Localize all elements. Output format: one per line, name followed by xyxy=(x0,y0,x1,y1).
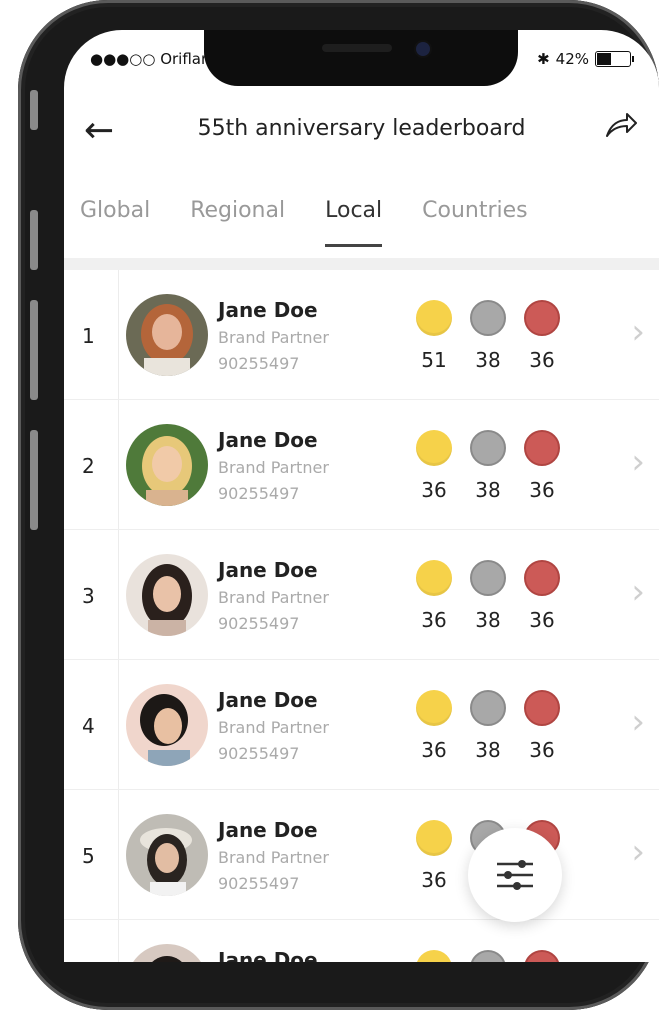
gold-medal-icon xyxy=(416,300,452,336)
avatar xyxy=(126,944,208,962)
phone-volume-down xyxy=(30,300,38,400)
share-icon[interactable] xyxy=(603,110,639,150)
row-divider xyxy=(118,530,119,659)
silver-count: 38 xyxy=(475,478,501,502)
member-name: Jane Doe xyxy=(218,558,318,582)
phone-volume-up xyxy=(30,210,38,270)
silver-medal-icon xyxy=(470,300,506,336)
chevron-right-icon[interactable]: › xyxy=(631,572,645,612)
bronze-count: 36 xyxy=(529,608,555,632)
status-right: ✱ 42% xyxy=(537,50,634,68)
silver-count: 38 xyxy=(475,608,501,632)
member-name: Jane Doe xyxy=(218,428,318,452)
gold-count: 36 xyxy=(421,608,447,632)
tab-bar: Global Regional Local Countries xyxy=(80,198,528,247)
row-divider xyxy=(118,270,119,399)
avatar xyxy=(126,814,208,896)
bronze-medal-icon xyxy=(524,300,560,336)
leaderboard-row[interactable]: 5 Jane Doe Brand Partner 90255497 36 38 … xyxy=(64,790,659,920)
member-role: Brand Partner xyxy=(218,588,329,607)
tab-local[interactable]: Local xyxy=(325,198,383,247)
battery-icon xyxy=(595,51,634,67)
phone-side-button xyxy=(30,430,38,530)
rank-number: 1 xyxy=(82,324,95,348)
gold-medal-icon xyxy=(416,560,452,596)
member-id: 90255497 xyxy=(218,614,300,633)
filter-sliders-icon xyxy=(497,860,533,890)
speaker-grille xyxy=(322,44,392,52)
chevron-right-icon[interactable]: › xyxy=(631,832,645,872)
leaderboard-row[interactable]: 3 Jane Doe Brand Partner 90255497 36 38 … xyxy=(64,530,659,660)
bronze-medal-icon xyxy=(524,430,560,466)
front-camera xyxy=(416,42,430,56)
leaderboard-list: 1 Jane Doe Brand Partner 90255497 51 38 … xyxy=(64,270,659,962)
leaderboard-row[interactable]: 1 Jane Doe Brand Partner 90255497 51 38 … xyxy=(64,270,659,400)
tab-countries[interactable]: Countries xyxy=(422,198,528,223)
gold-count: 51 xyxy=(421,348,447,372)
phone-mute-switch xyxy=(30,90,38,130)
phone-frame: ●●●○○ Oriflame ✱ 42% ← 55th anniversary … xyxy=(18,0,659,1010)
member-name: Jane Doe xyxy=(218,298,318,322)
bronze-count: 36 xyxy=(529,478,555,502)
page-title: 55th anniversary leaderboard xyxy=(197,116,526,141)
section-divider xyxy=(64,258,659,270)
avatar xyxy=(126,424,208,506)
gold-medal-icon xyxy=(416,820,452,856)
member-id: 90255497 xyxy=(218,744,300,763)
member-role: Brand Partner xyxy=(218,848,329,867)
tab-regional[interactable]: Regional xyxy=(190,198,285,223)
tab-global[interactable]: Global xyxy=(80,198,150,223)
row-divider xyxy=(118,660,119,789)
rank-number: 2 xyxy=(82,454,95,478)
battery-percent: 42% xyxy=(555,50,589,68)
leaderboard-row[interactable]: 2 Jane Doe Brand Partner 90255497 36 38 … xyxy=(64,400,659,530)
member-role: Brand Partner xyxy=(218,458,329,477)
row-divider xyxy=(118,790,119,919)
silver-count: 38 xyxy=(475,348,501,372)
leaderboard-row[interactable]: 4 Jane Doe Brand Partner 90255497 36 38 … xyxy=(64,660,659,790)
avatar xyxy=(126,684,208,766)
gold-medal-icon xyxy=(416,430,452,466)
chevron-right-icon[interactable]: › xyxy=(631,442,645,482)
member-name: Jane Doe xyxy=(218,688,318,712)
silver-count: 38 xyxy=(475,738,501,762)
silver-medal-icon xyxy=(470,430,506,466)
member-id: 90255497 xyxy=(218,484,300,503)
gold-count: 36 xyxy=(421,738,447,762)
bronze-medal-icon xyxy=(524,560,560,596)
chevron-right-icon[interactable]: › xyxy=(631,702,645,742)
bluetooth-icon: ✱ xyxy=(537,50,550,68)
filter-button[interactable] xyxy=(468,828,562,922)
bronze-count: 36 xyxy=(529,348,555,372)
gold-count: 36 xyxy=(421,868,447,892)
row-divider xyxy=(118,400,119,529)
member-name: Jane Doe xyxy=(218,818,318,842)
silver-medal-icon xyxy=(470,690,506,726)
member-id: 90255497 xyxy=(218,354,300,373)
avatar xyxy=(126,294,208,376)
rank-number: 4 xyxy=(82,714,95,738)
gold-count: 36 xyxy=(421,478,447,502)
chevron-right-icon[interactable]: › xyxy=(631,312,645,352)
silver-medal-icon xyxy=(470,950,506,962)
rank-number: 5 xyxy=(82,844,95,868)
member-name: Jane Doe xyxy=(218,948,318,962)
app-header: ← 55th anniversary leaderboard xyxy=(64,110,659,166)
leaderboard-row[interactable]: Jane Doe xyxy=(64,920,659,962)
silver-medal-icon xyxy=(470,560,506,596)
avatar xyxy=(126,554,208,636)
member-role: Brand Partner xyxy=(218,718,329,737)
gold-medal-icon xyxy=(416,690,452,726)
bronze-count: 36 xyxy=(529,738,555,762)
rank-number: 3 xyxy=(82,584,95,608)
row-divider xyxy=(118,920,119,962)
member-role: Brand Partner xyxy=(218,328,329,347)
bronze-medal-icon xyxy=(524,690,560,726)
member-id: 90255497 xyxy=(218,874,300,893)
gold-medal-icon xyxy=(416,950,452,962)
phone-notch xyxy=(204,30,518,86)
bronze-medal-icon xyxy=(524,950,560,962)
app-screen: ●●●○○ Oriflame ✱ 42% ← 55th anniversary … xyxy=(64,30,659,962)
